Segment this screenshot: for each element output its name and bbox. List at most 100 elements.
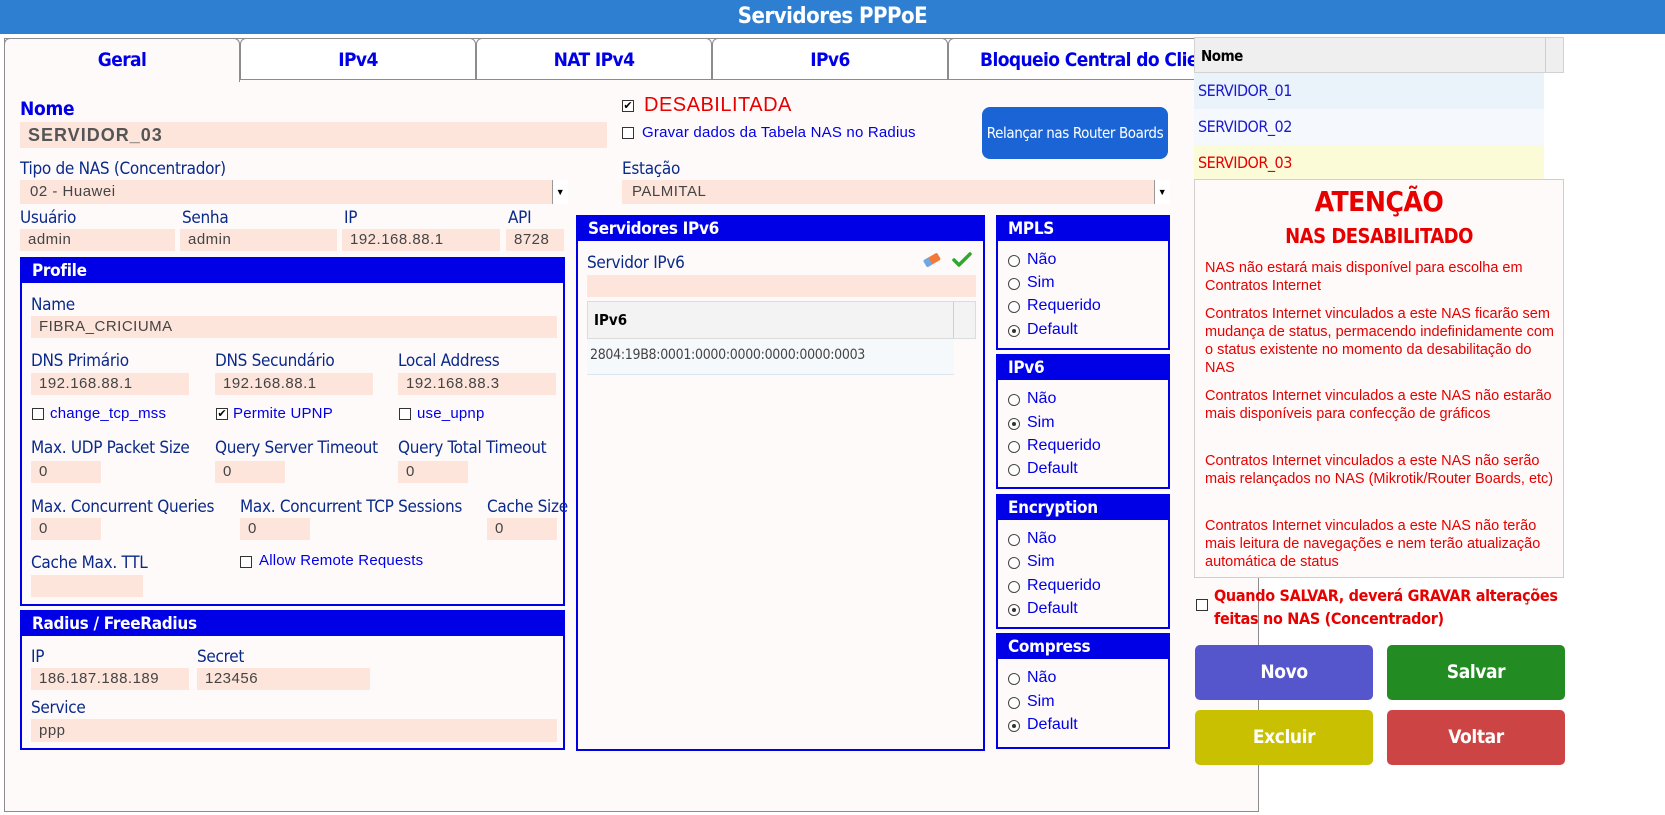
- dns-primario-input[interactable]: 192.168.88.1: [31, 373, 189, 395]
- radius-ip-input[interactable]: 186.187.188.189: [31, 668, 189, 690]
- estacao-select[interactable]: PALMITAL ▼: [622, 180, 1170, 204]
- encryption-label-sim: Sim: [1027, 553, 1055, 570]
- eraser-icon[interactable]: [922, 251, 942, 269]
- usuario-input[interactable]: admin: [20, 229, 175, 251]
- gravar-nas-label: Quando SALVAR, deverá GRAVAR alterações …: [1214, 586, 1558, 628]
- tab-ipv6[interactable]: IPv6: [712, 38, 948, 80]
- cache-size-input[interactable]: 0: [487, 518, 557, 540]
- compress-radio-nao[interactable]: [1008, 673, 1020, 685]
- use-upnp-checkbox[interactable]: [399, 408, 411, 420]
- tab-ipv4[interactable]: IPv4: [240, 38, 476, 80]
- encryption-radio-nao[interactable]: [1008, 534, 1020, 546]
- encryption-radio-requerido[interactable]: [1008, 581, 1020, 593]
- chevron-down-icon[interactable]: ▼: [552, 180, 568, 204]
- window-title: Servidores PPPoE: [0, 0, 1665, 34]
- relancar-button[interactable]: Relançar nas Router Boards: [982, 107, 1168, 159]
- cache-max-ttl-input[interactable]: [31, 575, 143, 597]
- ipv6-column-header[interactable]: IPv6: [594, 311, 627, 329]
- api-label: API: [508, 208, 532, 228]
- dns-secundario-label: DNS Secundário: [215, 351, 335, 371]
- nome-label: Nome: [20, 98, 75, 120]
- mpls-label-default: Default: [1027, 321, 1078, 338]
- mpls-radio-sim[interactable]: [1008, 278, 1020, 290]
- mpls-radio-nao[interactable]: [1008, 255, 1020, 267]
- max-concurrent-tcp-input[interactable]: 0: [240, 518, 310, 540]
- ipv6-label-default: Default: [1027, 460, 1078, 477]
- warning-paragraph: NAS não estará mais disponível para esco…: [1205, 260, 1523, 294]
- warning-subtitle: NAS DESABILITADO: [1285, 224, 1473, 248]
- encryption-radio-sim[interactable]: [1008, 557, 1020, 569]
- gravar-radius-checkbox[interactable]: [622, 127, 634, 139]
- query-total-timeout-label: Query Total Timeout: [398, 438, 547, 458]
- mpls-radio-requerido[interactable]: [1008, 301, 1020, 313]
- radius-ip-label: IP: [31, 647, 45, 667]
- profile-name-label: Name: [31, 295, 75, 315]
- tab-geral[interactable]: Geral: [4, 38, 240, 82]
- server-list-item[interactable]: SERVIDOR_01: [1194, 73, 1544, 110]
- radius-secret-input[interactable]: 123456: [197, 668, 370, 690]
- cache-size-label: Cache Size: [487, 497, 568, 517]
- nome-input[interactable]: SERVIDOR_03: [20, 122, 607, 148]
- tab-nat-ipv4[interactable]: NAT IPv4: [476, 38, 712, 80]
- ipv6-option-box: IPv6: [996, 354, 1170, 489]
- senha-input[interactable]: admin: [180, 229, 337, 251]
- tipo-nas-value: 02 - Huawei: [30, 183, 116, 200]
- udp-size-label: Max. UDP Packet Size: [31, 438, 190, 458]
- ipv6-option-header: IPv6: [998, 356, 1168, 380]
- compress-radio-sim[interactable]: [1008, 697, 1020, 709]
- mpls-radio-default[interactable]: [1008, 325, 1020, 337]
- ipv6-radio-default[interactable]: [1008, 464, 1020, 476]
- profile-name-input[interactable]: FIBRA_CRICIUMA: [31, 316, 557, 338]
- desabilitada-label: DESABILITADA: [644, 94, 792, 116]
- check-mark-icon: ✔: [623, 100, 633, 112]
- chevron-down-icon[interactable]: ▼: [1154, 180, 1170, 204]
- server-list-item[interactable]: SERVIDOR_02: [1194, 109, 1544, 146]
- allow-remote-checkbox[interactable]: [240, 556, 252, 568]
- salvar-button[interactable]: Salvar: [1387, 645, 1565, 700]
- table-row[interactable]: 2804:19B8:0001:0000:0000:0000:0000:0003: [587, 339, 954, 375]
- dns-secundario-input[interactable]: 192.168.88.1: [215, 373, 373, 395]
- local-address-label: Local Address: [398, 351, 500, 371]
- udp-size-input[interactable]: 0: [31, 461, 101, 483]
- max-concurrent-queries-input[interactable]: 0: [31, 518, 101, 540]
- query-total-timeout-input[interactable]: 0: [398, 461, 468, 483]
- api-input[interactable]: 8728: [506, 229, 564, 251]
- mpls-label-nao: Não: [1027, 251, 1057, 268]
- gravar-nas-checkbox[interactable]: [1196, 599, 1208, 611]
- query-server-timeout-input[interactable]: 0: [215, 461, 285, 483]
- check-icon[interactable]: [952, 251, 972, 269]
- desabilitada-checkbox[interactable]: ✔: [622, 100, 634, 112]
- radius-service-input[interactable]: ppp: [31, 719, 557, 742]
- cache-max-ttl-label: Cache Max. TTL: [31, 553, 148, 573]
- ipv6-servers-header: Servidores IPv6: [578, 217, 983, 241]
- column-divider: [953, 302, 954, 338]
- excluir-button[interactable]: Excluir: [1195, 710, 1373, 765]
- novo-button[interactable]: Novo: [1195, 645, 1373, 700]
- encryption-radio-default[interactable]: [1008, 604, 1020, 616]
- ipv6-label-sim: Sim: [1027, 414, 1055, 431]
- column-divider: [1545, 38, 1546, 72]
- radius-header: Radius / FreeRadius: [22, 612, 563, 636]
- compress-radio-default[interactable]: [1008, 720, 1020, 732]
- estacao-label: Estação: [622, 159, 681, 179]
- mpls-label-sim: Sim: [1027, 274, 1055, 291]
- max-concurrent-queries-label: Max. Concurrent Queries: [31, 497, 215, 517]
- permite-upnp-checkbox[interactable]: ✔: [216, 408, 228, 420]
- check-mark-icon: ✔: [217, 408, 227, 420]
- servidor-ipv6-input[interactable]: [587, 275, 976, 297]
- ipv6-label-nao: Não: [1027, 390, 1057, 407]
- local-address-input[interactable]: 192.168.88.3: [398, 373, 556, 395]
- server-list-item-selected[interactable]: SERVIDOR_03: [1194, 145, 1544, 182]
- tipo-nas-select[interactable]: 02 - Huawei ▼: [20, 180, 568, 204]
- senha-label: Senha: [182, 208, 229, 228]
- compress-box: Compress: [996, 633, 1170, 749]
- compress-label-default: Default: [1027, 716, 1078, 733]
- nome-column-header[interactable]: Nome: [1201, 47, 1243, 65]
- ip-label: IP: [344, 208, 358, 228]
- voltar-button[interactable]: Voltar: [1387, 710, 1565, 765]
- ipv6-radio-sim[interactable]: [1008, 418, 1020, 430]
- ipv6-radio-nao[interactable]: [1008, 394, 1020, 406]
- change-tcp-mss-checkbox[interactable]: [32, 408, 44, 420]
- ip-input[interactable]: 192.168.88.1: [342, 229, 500, 251]
- ipv6-radio-requerido[interactable]: [1008, 441, 1020, 453]
